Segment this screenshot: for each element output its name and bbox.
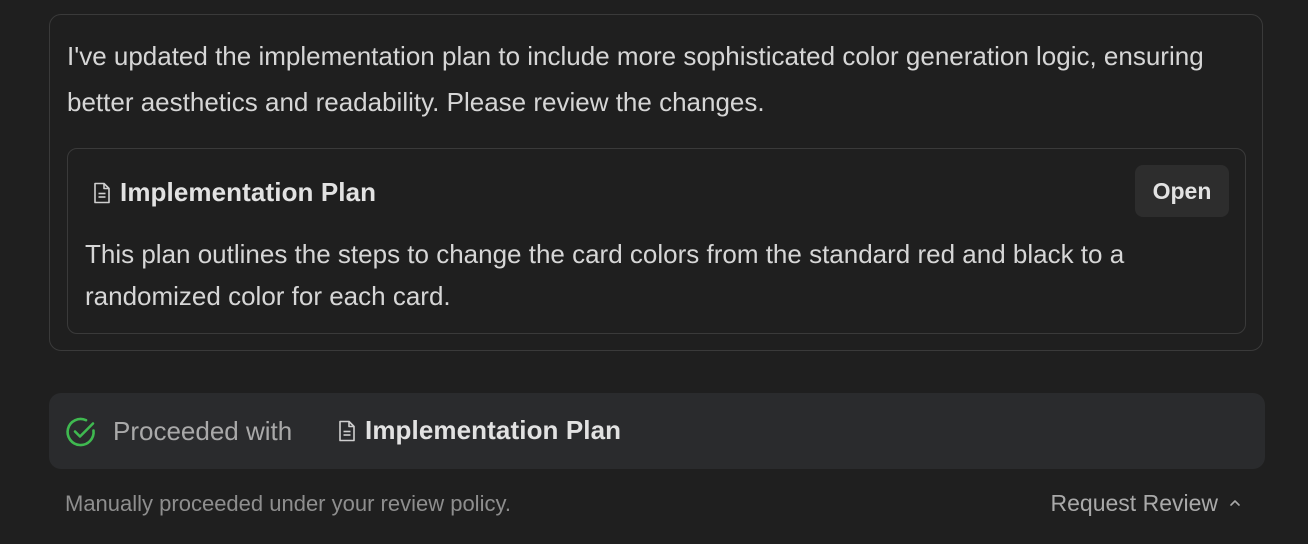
- document-icon: [92, 181, 112, 205]
- status-artifact-link[interactable]: Implementation Plan: [337, 415, 621, 446]
- check-circle-icon: [65, 416, 97, 448]
- artifact-description: This plan outlines the steps to change t…: [85, 239, 1125, 311]
- status-artifact-title: Implementation Plan: [365, 415, 622, 445]
- status-label: Proceeded with: [113, 416, 293, 446]
- message-card: I've updated the implementation plan to …: [49, 14, 1263, 351]
- chevron-up-icon: [1228, 496, 1242, 510]
- open-button[interactable]: Open: [1135, 165, 1229, 217]
- review-policy-note: Manually proceeded under your review pol…: [65, 491, 511, 516]
- request-review-label: Request Review: [1050, 490, 1218, 516]
- artifact-card[interactable]: Implementation Plan Open This plan outli…: [67, 148, 1246, 334]
- status-bar: Proceeded with Implementation Plan: [49, 393, 1265, 469]
- message-text: I've updated the implementation plan to …: [67, 41, 1204, 117]
- document-icon: [337, 419, 357, 443]
- request-review-button[interactable]: Request Review: [1051, 488, 1242, 518]
- artifact-header: Implementation Plan: [92, 177, 376, 208]
- artifact-title: Implementation Plan: [120, 177, 377, 207]
